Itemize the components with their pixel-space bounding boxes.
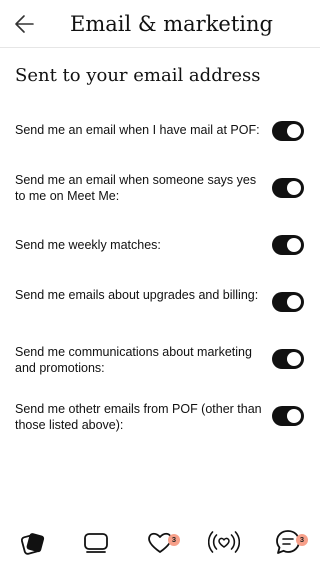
upgrades-toggle[interactable]	[272, 292, 304, 312]
marketing-toggle[interactable]	[272, 349, 304, 369]
likes-badge: 3	[168, 534, 180, 546]
toggle-knob	[287, 352, 301, 366]
stack-icon	[84, 533, 108, 553]
setting-row-meet-me: Send me an email when someone says yes t…	[0, 168, 320, 208]
tab-likes[interactable]: 3	[140, 522, 180, 562]
page-title: Email & marketing	[70, 12, 273, 36]
meet-me-toggle[interactable]	[272, 178, 304, 198]
other-emails-toggle[interactable]	[272, 406, 304, 426]
toggle-knob	[287, 409, 301, 423]
top-app-bar: Email & marketing	[0, 0, 320, 48]
setting-label: Send me an email when I have mail at POF…	[15, 123, 260, 137]
setting-row-weekly-matches: Send me weekly matches:	[0, 225, 320, 265]
setting-label: Send me othetr emails from POF (other th…	[15, 402, 262, 432]
setting-label: Send me emails about upgrades and billin…	[15, 288, 259, 302]
mail-toggle[interactable]	[272, 121, 304, 141]
back-button[interactable]	[10, 10, 38, 38]
toggle-knob	[287, 124, 301, 138]
messages-badge: 3	[296, 534, 308, 546]
toggle-knob	[287, 181, 301, 195]
setting-row-mail: Send me an email when I have mail at POF…	[0, 111, 320, 151]
setting-label: Send me an email when someone says yes t…	[15, 173, 257, 203]
toggle-knob	[287, 238, 301, 252]
tab-live[interactable]	[204, 522, 244, 562]
tab-conversations[interactable]: 3	[268, 522, 308, 562]
tab-meet-me[interactable]	[12, 522, 52, 562]
weekly-matches-toggle[interactable]	[272, 235, 304, 255]
section-title: Sent to your email address	[15, 65, 261, 86]
arrow-left-icon	[15, 15, 34, 33]
setting-row-upgrades: Send me emails about upgrades and billin…	[0, 282, 320, 322]
setting-label: Send me communications about marketing a…	[15, 345, 252, 375]
bottom-tab-bar: 3 3	[0, 522, 320, 568]
setting-label: Send me weekly matches:	[15, 238, 161, 252]
toggle-knob	[287, 295, 301, 309]
setting-row-other-emails: Send me othetr emails from POF (other th…	[0, 396, 320, 436]
setting-row-marketing: Send me communications about marketing a…	[0, 339, 320, 379]
cards-icon	[20, 533, 45, 555]
live-icon	[208, 531, 240, 553]
tab-stack[interactable]	[76, 522, 116, 562]
